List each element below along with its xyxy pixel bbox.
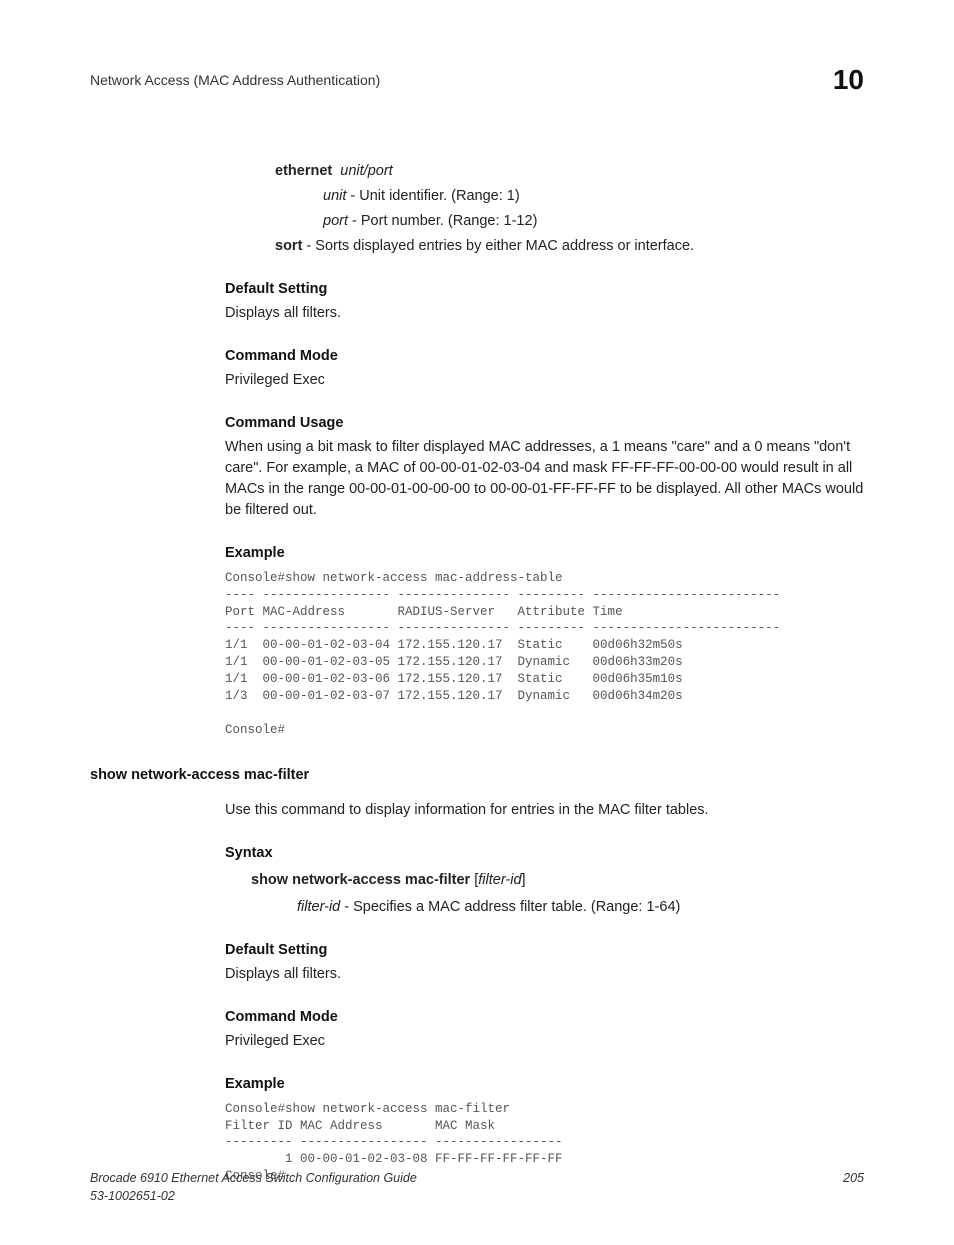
command-mode-heading: Command Mode <box>225 346 864 367</box>
command2-title: show network-access mac-filter <box>90 765 864 786</box>
page-header: Network Access (MAC Address Authenticati… <box>90 60 864 101</box>
footer-doc-number: 53-1002651-02 <box>90 1187 417 1205</box>
command-mode2-text: Privileged Exec <box>225 1031 864 1052</box>
default-setting-heading: Default Setting <box>225 279 864 300</box>
example1-heading: Example <box>225 543 864 564</box>
param-sort: sort - Sorts displayed entries by either… <box>275 236 864 257</box>
default-setting2-text: Displays all filters. <box>225 964 864 985</box>
main-content: ethernet unit/port unit - Unit identifie… <box>225 161 864 1186</box>
filter-id-desc-line: filter-id - Specifies a MAC address filt… <box>297 897 864 918</box>
footer-page-number: 205 <box>843 1169 864 1205</box>
unit-desc: - Unit identifier. (Range: 1) <box>346 188 519 204</box>
param-unit: unit - Unit identifier. (Range: 1) <box>323 186 864 207</box>
syntax-cmd: show network-access mac-filter <box>251 872 470 888</box>
footer-guide-title: Brocade 6910 Ethernet Access Switch Conf… <box>90 1169 417 1187</box>
command-usage-text: When using a bit mask to filter displaye… <box>225 437 864 521</box>
header-section-title: Network Access (MAC Address Authenticati… <box>90 70 380 90</box>
command-mode-text: Privileged Exec <box>225 370 864 391</box>
port-desc: - Port number. (Range: 1-12) <box>348 213 537 229</box>
default-setting2-heading: Default Setting <box>225 940 864 961</box>
syntax-heading: Syntax <box>225 843 864 864</box>
syntax-line: show network-access mac-filter [filter-i… <box>251 870 864 891</box>
example2-heading: Example <box>225 1074 864 1095</box>
param-port: port - Port number. (Range: 1-12) <box>323 211 864 232</box>
ethernet-arg: unit/port <box>340 163 392 179</box>
sort-desc: - Sorts displayed entries by either MAC … <box>302 238 694 254</box>
example1-console: Console#show network-access mac-address-… <box>225 570 864 739</box>
page-footer: Brocade 6910 Ethernet Access Switch Conf… <box>90 1169 864 1205</box>
default-setting-text: Displays all filters. <box>225 303 864 324</box>
filter-id-label: filter-id <box>297 899 340 915</box>
port-label: port <box>323 213 348 229</box>
header-chapter-number: 10 <box>833 60 864 101</box>
command-usage-heading: Command Usage <box>225 413 864 434</box>
unit-label: unit <box>323 188 346 204</box>
filter-id-desc: - Specifies a MAC address filter table. … <box>340 899 680 915</box>
command-mode2-heading: Command Mode <box>225 1007 864 1028</box>
sort-label: sort <box>275 238 302 254</box>
footer-left: Brocade 6910 Ethernet Access Switch Conf… <box>90 1169 417 1205</box>
ethernet-label: ethernet <box>275 163 332 179</box>
command2-intro: Use this command to display information … <box>225 800 864 821</box>
syntax-arg: filter-id <box>478 872 521 888</box>
param-ethernet: ethernet unit/port <box>275 161 864 182</box>
